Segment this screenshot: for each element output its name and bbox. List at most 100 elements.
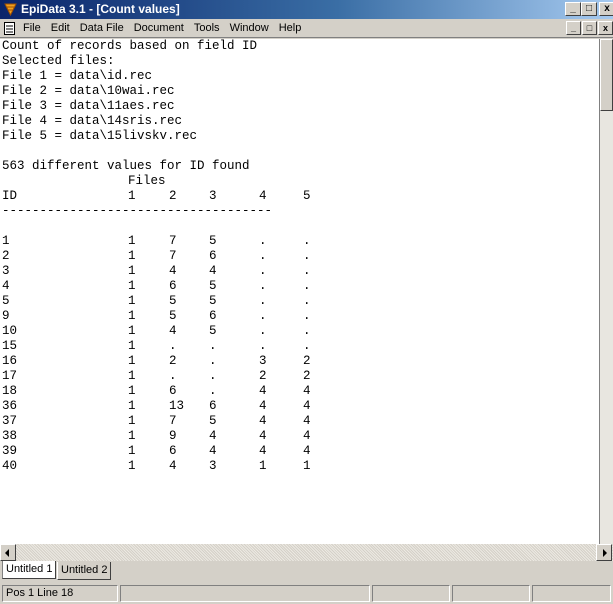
row-count: . xyxy=(259,294,267,308)
row-count: . xyxy=(259,264,267,278)
row-count: . xyxy=(209,384,217,398)
menu-items: File Edit Data File Document Tools Window Help xyxy=(18,21,306,36)
row-id: 39 xyxy=(2,444,18,458)
menu-item-1[interactable]: Edit xyxy=(46,21,75,36)
row-count: . xyxy=(209,354,217,368)
row-count: 4 xyxy=(259,444,267,458)
doc-close-button[interactable]: x xyxy=(598,21,613,35)
epidata-app-icon[interactable] xyxy=(4,3,17,16)
row-id: 17 xyxy=(2,369,18,383)
row-count: 1 xyxy=(128,429,136,443)
file-column-header: 4 xyxy=(259,189,267,203)
row-count: . xyxy=(209,339,217,353)
vertical-scrollbar[interactable] xyxy=(600,39,613,544)
row-id: 2 xyxy=(2,249,10,263)
scroll-left-button[interactable] xyxy=(0,544,16,561)
row-count: . xyxy=(303,234,311,248)
vertical-scroll-thumb[interactable] xyxy=(600,39,613,111)
doc-minimize-button[interactable]: _ xyxy=(566,21,581,35)
doc-restore-button[interactable]: □ xyxy=(582,21,597,35)
horizontal-scrollbar[interactable] xyxy=(0,544,613,561)
row-count: 1 xyxy=(303,459,311,473)
row-count: . xyxy=(209,369,217,383)
header-line: Count of records based on field ID xyxy=(2,39,258,53)
files-label: Files xyxy=(128,174,166,188)
row-id: 1 xyxy=(2,234,10,248)
file-column-header: 5 xyxy=(303,189,311,203)
row-count: 4 xyxy=(209,444,217,458)
row-count: . xyxy=(303,279,311,293)
row-count: . xyxy=(303,249,311,263)
row-count: 3 xyxy=(209,459,217,473)
row-count: 1 xyxy=(128,384,136,398)
header-line: Selected files: xyxy=(2,54,115,68)
document-tabs: Untitled 1 Untitled 2 xyxy=(0,561,613,582)
separator-line: ------------------------------------ xyxy=(2,204,273,218)
header-line: File 5 = data\15livskv.rec xyxy=(2,129,198,143)
row-count: 7 xyxy=(169,414,177,428)
row-count: 1 xyxy=(128,324,136,338)
menu-item-2[interactable]: Data File xyxy=(75,21,129,36)
document-icon[interactable] xyxy=(4,22,15,35)
row-id: 10 xyxy=(2,324,18,338)
row-count: 5 xyxy=(209,279,217,293)
title-bar[interactable]: EpiData 3.1 - [Count values] _ □ x xyxy=(0,0,613,19)
row-count: 6 xyxy=(169,444,177,458)
row-count: 2 xyxy=(303,369,311,383)
maximize-button[interactable]: □ xyxy=(581,2,597,16)
row-id: 36 xyxy=(2,399,18,413)
text-editor[interactable]: Count of records based on field ID Select… xyxy=(0,39,600,544)
row-id: 38 xyxy=(2,429,18,443)
scroll-right-button[interactable] xyxy=(596,544,612,561)
status-bar: Pos 1 Line 18 xyxy=(0,582,613,604)
row-count: 1 xyxy=(128,249,136,263)
tab-untitled-2[interactable]: Untitled 2 xyxy=(57,562,112,580)
row-count: 1 xyxy=(128,369,136,383)
menu-item-0[interactable]: File xyxy=(18,21,46,36)
row-count: 2 xyxy=(303,354,311,368)
row-count: 5 xyxy=(209,414,217,428)
row-count: 4 xyxy=(169,264,177,278)
status-panel-3 xyxy=(372,585,450,602)
row-count: . xyxy=(303,264,311,278)
tab-untitled-1[interactable]: Untitled 1 xyxy=(2,561,57,579)
minimize-button[interactable]: _ xyxy=(565,2,581,16)
menu-item-6[interactable]: Help xyxy=(274,21,307,36)
row-count: 1 xyxy=(128,459,136,473)
row-count: 5 xyxy=(209,294,217,308)
row-count: . xyxy=(303,339,311,353)
row-count: . xyxy=(259,309,267,323)
row-count: . xyxy=(259,339,267,353)
row-id: 16 xyxy=(2,354,18,368)
close-button[interactable]: x xyxy=(599,2,613,16)
cursor-position: Pos 1 Line 18 xyxy=(2,585,118,602)
row-count: . xyxy=(259,234,267,248)
menu-item-5[interactable]: Window xyxy=(225,21,274,36)
row-count: . xyxy=(259,279,267,293)
row-count: . xyxy=(303,309,311,323)
row-count: 1 xyxy=(128,279,136,293)
arrow-left-icon xyxy=(5,549,9,557)
row-count: 4 xyxy=(209,429,217,443)
menu-item-4[interactable]: Tools xyxy=(189,21,225,36)
row-count: 4 xyxy=(303,444,311,458)
row-count: 1 xyxy=(128,444,136,458)
file-column-header: 2 xyxy=(169,189,177,203)
row-count: 4 xyxy=(259,414,267,428)
row-count: 6 xyxy=(209,249,217,263)
document-window-controls: _ □ x xyxy=(566,21,613,35)
row-count: 4 xyxy=(259,429,267,443)
row-id: 18 xyxy=(2,384,18,398)
row-count: 1 xyxy=(128,234,136,248)
menu-item-3[interactable]: Document xyxy=(129,21,189,36)
row-count: . xyxy=(259,324,267,338)
row-count: 1 xyxy=(128,399,136,413)
row-count: 1 xyxy=(128,309,136,323)
header-line: File 4 = data\14sris.rec xyxy=(2,114,183,128)
row-count: . xyxy=(303,324,311,338)
row-count: . xyxy=(303,294,311,308)
row-count: 13 xyxy=(169,399,185,413)
row-count: 4 xyxy=(169,459,177,473)
row-count: 6 xyxy=(209,309,217,323)
row-count: 5 xyxy=(169,294,177,308)
